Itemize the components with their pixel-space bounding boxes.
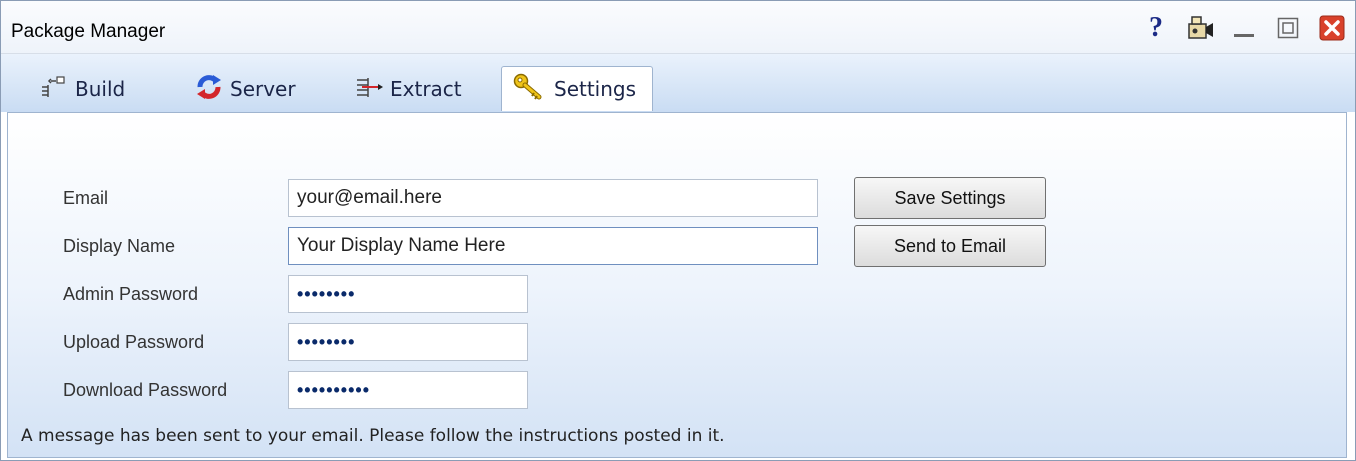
admin-password-field[interactable]: ••••••••: [288, 275, 528, 313]
close-icon[interactable]: [1317, 13, 1347, 43]
tab-build[interactable]: Build: [39, 68, 125, 110]
email-label: Email: [63, 188, 109, 208]
tab-label: Settings: [554, 77, 637, 101]
tab-server[interactable]: Server: [194, 68, 296, 110]
download-password-field[interactable]: ••••••••••: [288, 371, 528, 409]
send-to-email-button[interactable]: Send to Email: [854, 225, 1046, 267]
tab-extract[interactable]: Extract: [354, 68, 462, 110]
email-field[interactable]: [288, 179, 818, 217]
minimize-icon[interactable]: [1229, 13, 1259, 43]
title-bar[interactable]: Package Manager ?: [1, 1, 1355, 54]
maximize-icon[interactable]: [1273, 13, 1303, 43]
extract-icon: [354, 75, 384, 104]
upload-password-field[interactable]: ••••••••: [288, 323, 528, 361]
tab-strip: Build Server Extract Settings: [1, 54, 1355, 112]
title-bar-controls: ?: [1141, 12, 1347, 43]
status-message: A message has been sent to your email. P…: [21, 426, 725, 446]
upload-password-label: Upload Password: [63, 332, 205, 352]
admin-password-label: Admin Password: [63, 284, 199, 304]
build-icon: [39, 75, 65, 104]
tab-label: Extract: [390, 77, 462, 101]
save-settings-button[interactable]: Save Settings: [854, 177, 1046, 219]
tab-label: Build: [75, 77, 126, 101]
window-title: Package Manager: [11, 21, 166, 42]
help-icon[interactable]: ?: [1141, 12, 1171, 43]
camera-icon[interactable]: [1185, 13, 1215, 43]
display-name-label: Display Name: [63, 236, 176, 256]
download-password-label: Download Password: [63, 380, 228, 400]
package-manager-window: Package Manager ? Build Server Extract S…: [0, 0, 1356, 461]
tab-settings[interactable]: Settings: [501, 66, 653, 111]
key-icon: [512, 72, 544, 107]
refresh-icon: [194, 72, 224, 107]
display-name-field[interactable]: [288, 227, 818, 265]
settings-panel: Email Display Name Admin Password ••••••…: [7, 112, 1347, 458]
tab-label: Server: [230, 77, 296, 101]
